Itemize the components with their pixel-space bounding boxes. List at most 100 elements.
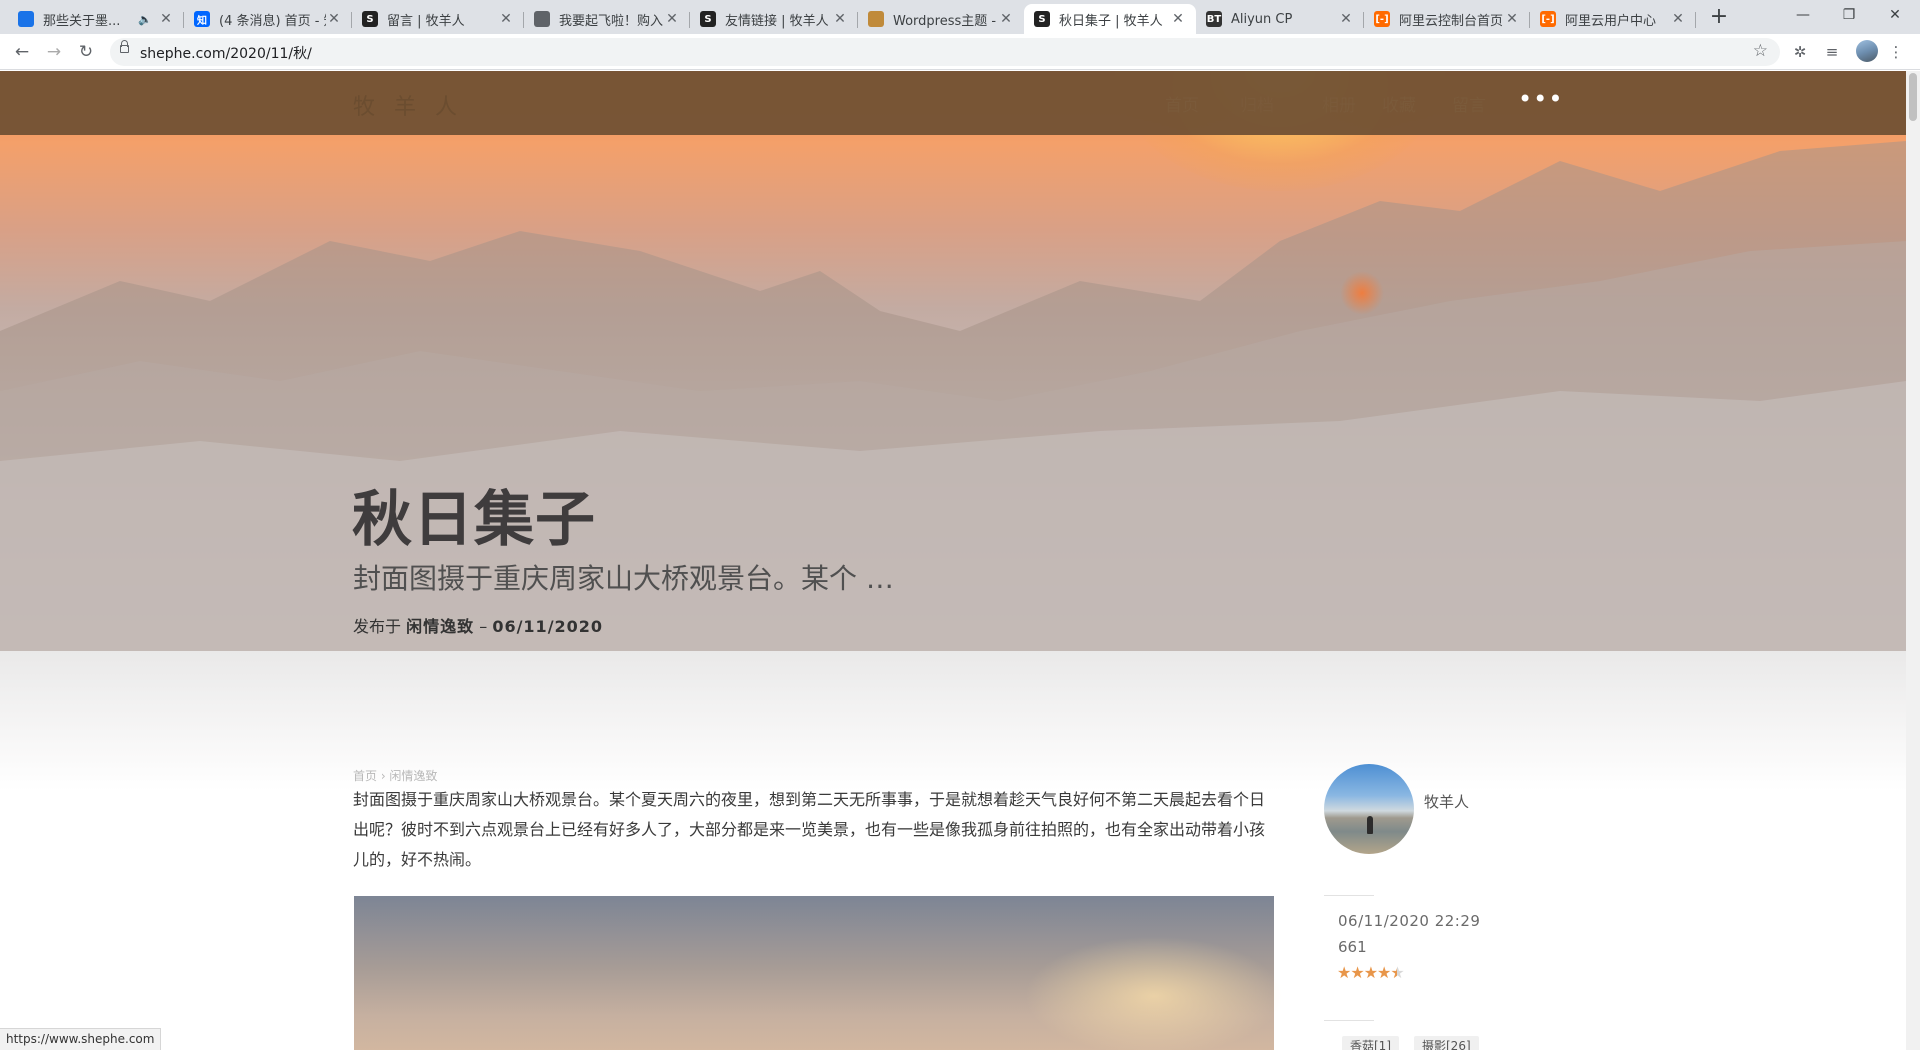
browser-tab[interactable]: S 友情链接 | 牧羊人 ✕ — [690, 4, 858, 34]
browser-toolbar: ← → ↻ shephe.com/2020/11/秋/ ☆ ✲ ≡ ⋮ — [0, 34, 1920, 70]
sidebar-divider — [1324, 895, 1374, 896]
close-tab-icon[interactable]: ✕ — [326, 11, 342, 27]
tab-title: 我要起飞啦！购入... — [559, 13, 664, 29]
tag-item[interactable]: 香菇[1] — [1342, 1036, 1399, 1050]
new-tab-button[interactable]: + — [1706, 5, 1732, 31]
post-views: 661 — [1338, 938, 1367, 956]
back-icon[interactable]: ← — [10, 40, 34, 64]
lock-icon[interactable] — [120, 40, 129, 53]
address-bar[interactable]: shephe.com/2020/11/秋/ ☆ — [110, 38, 1780, 66]
vertical-scrollbar[interactable] — [1906, 71, 1920, 1050]
nav-item-archive[interactable]: 归档 — [1240, 91, 1274, 116]
browser-tab[interactable]: 我要起飞啦！购入... ✕ — [524, 4, 690, 34]
sidebar-divider — [1324, 1020, 1374, 1021]
lens-flare — [1340, 271, 1384, 315]
bt-icon: BT — [1206, 11, 1222, 27]
site-s-icon: S — [362, 11, 378, 27]
browser-tab[interactable]: 知 (4 条消息) 首页 - 知乎✕ — [184, 4, 352, 34]
mountain-silhouette — [0, 141, 1906, 651]
close-tab-icon[interactable]: ✕ — [158, 11, 174, 27]
extensions-icon[interactable]: ✲ — [1789, 41, 1811, 63]
menu-icon[interactable]: ⋮ — [1885, 41, 1907, 63]
close-tab-icon[interactable]: ✕ — [1170, 11, 1186, 27]
tab-title: Aliyun CP — [1231, 11, 1293, 27]
scrollbar-thumb[interactable] — [1909, 73, 1917, 121]
speaker-icon[interactable]: 🔈 — [138, 13, 152, 26]
rating-stars[interactable]: ★★★★★ — [1337, 963, 1405, 982]
browser-tab[interactable]: BT Aliyun CP ✕ — [1196, 4, 1364, 34]
close-tab-icon[interactable]: ✕ — [1504, 11, 1520, 27]
nav-item-favorites[interactable]: 收藏 — [1382, 91, 1416, 116]
tag-item[interactable]: 摄影[26] — [1414, 1036, 1479, 1050]
theme-icon — [868, 11, 884, 27]
browser-tab[interactable]: 那些关于墨... 🔈 ✕ — [8, 4, 184, 34]
zhihu-icon: 知 — [194, 11, 210, 27]
tab-title: 阿里云控制台首页 — [1399, 13, 1504, 29]
minimize-button[interactable]: — — [1780, 0, 1826, 30]
star-icon: ★ — [1363, 963, 1378, 982]
browser-tab[interactable]: [-] 阿里云控制台首页 ✕ — [1364, 4, 1530, 34]
post-meta: 发布于 闲情逸致 – 06/11/2020 — [353, 613, 603, 637]
forward-icon[interactable]: → — [42, 40, 66, 64]
close-tab-icon[interactable]: ✕ — [664, 11, 680, 27]
meta-prefix: 发布于 — [353, 617, 402, 636]
nav-item-home[interactable]: 首页 — [1165, 91, 1199, 116]
close-window-button[interactable]: ✕ — [1872, 0, 1918, 30]
url-text[interactable]: shephe.com/2020/11/秋/ — [140, 43, 312, 63]
browser-tab[interactable]: S 秋日集子 | 牧羊人 ✕ — [1024, 4, 1196, 34]
close-tab-icon[interactable]: ✕ — [1338, 11, 1354, 27]
reload-icon[interactable]: ↻ — [74, 40, 98, 64]
close-tab-icon[interactable]: ✕ — [1670, 11, 1686, 27]
site-s-icon: S — [1034, 11, 1050, 27]
author-name[interactable]: 牧羊人 — [1424, 791, 1469, 812]
close-tab-icon[interactable]: ✕ — [998, 11, 1014, 27]
post-paragraph: 封面图摄于重庆周家山大桥观景台。某个夏天周六的夜里，想到第二天无所事事，于是就想… — [353, 790, 1266, 869]
post-datetime: 06/11/2020 22:29 — [1338, 912, 1481, 930]
media-control-icon[interactable]: ≡ — [1821, 41, 1843, 63]
tab-title: Wordpress主题 - ... — [893, 13, 998, 29]
tab-title: 阿里云用户中心 — [1565, 13, 1657, 29]
image-sun-glow — [1024, 936, 1284, 1050]
bookmark-star-icon[interactable]: ☆ — [1753, 41, 1768, 61]
post-category-link[interactable]: 闲情逸致 — [406, 617, 474, 636]
meta-separator: – — [479, 617, 488, 636]
tab-title: 友情链接 | 牧羊人 — [725, 13, 829, 29]
tab-title: (4 条消息) 首页 - 知乎 — [219, 13, 326, 29]
avatar-figure — [1367, 816, 1373, 834]
aliyun-icon: [-] — [1374, 11, 1390, 27]
post-excerpt: 封面图摄于重庆周家山大桥观景台。某个 … — [353, 562, 894, 595]
browser-tab[interactable]: S 留言 | 牧羊人 ✕ — [352, 4, 524, 34]
nav-item-guestbook[interactable]: 留言 — [1452, 91, 1486, 116]
site-title[interactable]: 牧 羊 人 — [353, 89, 463, 121]
aliyun-icon: [-] — [1540, 11, 1556, 27]
star-icon: ★ — [1350, 963, 1364, 982]
close-tab-icon[interactable]: ✕ — [832, 11, 848, 27]
more-menu-icon[interactable]: ••• — [1518, 85, 1563, 113]
breadcrumb[interactable]: 首页 › 闲情逸致 — [353, 767, 437, 784]
calendar-icon — [18, 11, 34, 27]
star-icon: ★ — [1337, 963, 1351, 982]
site-s-icon: S — [700, 11, 716, 27]
browser-tab[interactable]: [-] 阿里云用户中心 ✕ — [1530, 4, 1696, 34]
author-avatar[interactable] — [1324, 764, 1414, 854]
tab-title: 留言 | 牧羊人 — [387, 13, 465, 29]
page-viewport: 牧 羊 人 首页 归档 相册 收藏 留言 ••• 秋日集子 封面图摄于重庆周家山… — [0, 71, 1906, 1050]
star-icon: ★ — [1390, 963, 1404, 982]
post-date: 06/11/2020 — [492, 617, 604, 636]
site-navbar: 牧 羊 人 首页 归档 相册 收藏 留言 ••• — [0, 71, 1906, 135]
close-tab-icon[interactable]: ✕ — [498, 11, 514, 27]
tab-separator — [1695, 12, 1696, 28]
post-image[interactable] — [354, 896, 1284, 1050]
hero-cover: 牧 羊 人 首页 归档 相册 收藏 留言 ••• 秋日集子 封面图摄于重庆周家山… — [0, 71, 1906, 791]
tab-title: 那些关于墨... — [43, 13, 121, 29]
browser-tab-strip: 那些关于墨...🔈✕知(4 条消息) 首页 - 知乎✕S留言 | 牧羊人✕我要起… — [0, 0, 1920, 34]
browser-tab[interactable]: Wordpress主题 - ...✕ — [858, 4, 1024, 34]
nav-item-album[interactable]: 相册 — [1322, 91, 1356, 116]
globe-icon — [534, 11, 550, 27]
restore-button[interactable]: ❐ — [1826, 0, 1872, 30]
star-icon: ★ — [1377, 963, 1391, 982]
post-title: 秋日集子 — [352, 485, 596, 555]
status-bar-url: https://www.shephe.com — [0, 1028, 162, 1050]
tab-title: 秋日集子 | 牧羊人 — [1059, 13, 1163, 29]
profile-avatar[interactable] — [1856, 40, 1878, 62]
